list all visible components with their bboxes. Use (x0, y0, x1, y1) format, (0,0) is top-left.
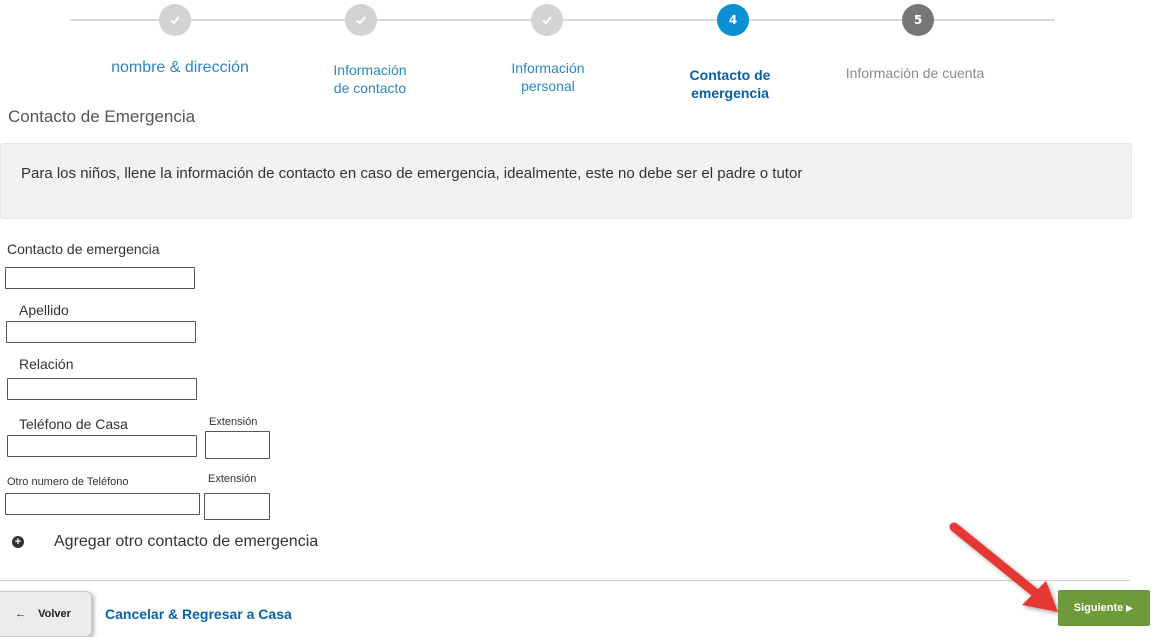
progress-stepper: 4 5 nombre & dirección Información de co… (0, 0, 1159, 110)
home-phone-extension-label: Extensión (209, 416, 258, 428)
emergency-contact-input[interactable] (5, 267, 195, 289)
step-4-label-line2: emergencia (691, 85, 769, 101)
step-2-check-icon (345, 4, 377, 36)
info-text: Para los niños, llene la información de … (21, 165, 803, 182)
next-button[interactable]: Siguiente (1058, 590, 1150, 626)
annotation-arrow-icon (949, 522, 1058, 612)
step-4-label: Contacto de emergencia (660, 66, 800, 102)
step-1-label[interactable]: nombre & dirección (90, 59, 270, 77)
add-contact-label[interactable]: Agregar otro contacto de emergencia (54, 533, 318, 551)
last-name-label: Apellido (19, 302, 69, 318)
step-1-check-icon (159, 4, 191, 36)
step-2-label-line1: Información (333, 62, 407, 78)
step-5-number: 5 (902, 4, 934, 36)
step-3-label-line2: personal (521, 78, 575, 94)
info-box: Para los niños, llene la información de … (0, 143, 1132, 219)
relation-label: Relación (19, 356, 74, 372)
home-phone-input[interactable] (7, 435, 197, 457)
cancel-link[interactable]: Cancelar & Regresar a Casa (105, 606, 292, 622)
back-arrow-icon: ← (15, 608, 27, 620)
step-3-label-line1: Información (511, 60, 585, 76)
step-4-number: 4 (717, 4, 749, 36)
emergency-contact-label: Contacto de emergencia (7, 241, 160, 257)
step-5-label-text: Información de cuenta (845, 65, 985, 81)
step-2-label-line2: de contacto (333, 80, 407, 96)
back-button-label: Volver (38, 608, 71, 620)
step-3-check-icon (531, 4, 563, 36)
other-phone-extension-label: Extensión (208, 473, 257, 485)
play-arrow-icon (1126, 604, 1134, 612)
section-title: Contacto de Emergencia (8, 107, 196, 126)
home-phone-label: Teléfono de Casa (19, 416, 128, 432)
step-3-label[interactable]: Información personal (478, 59, 618, 95)
relation-input[interactable] (7, 378, 197, 400)
step-4-label-line1: Contacto de (689, 67, 771, 83)
home-phone-extension-input[interactable] (205, 431, 270, 459)
last-name-input[interactable] (6, 321, 196, 343)
step-5-label: Información de cuenta (820, 64, 1010, 82)
step-2-label[interactable]: Información de contacto (300, 61, 440, 97)
add-contact-row[interactable]: + Agregar otro contacto de emergencia (12, 533, 318, 551)
other-phone-input[interactable] (5, 493, 200, 515)
plus-circle-icon[interactable]: + (12, 536, 24, 548)
step-1-label-text: nombre & dirección (111, 59, 249, 76)
back-button[interactable]: ← Volver (0, 591, 92, 637)
other-phone-label: Otro numero de Teléfono (7, 476, 129, 488)
other-phone-extension-input[interactable] (204, 493, 270, 520)
next-button-label: Siguiente (1073, 602, 1124, 614)
